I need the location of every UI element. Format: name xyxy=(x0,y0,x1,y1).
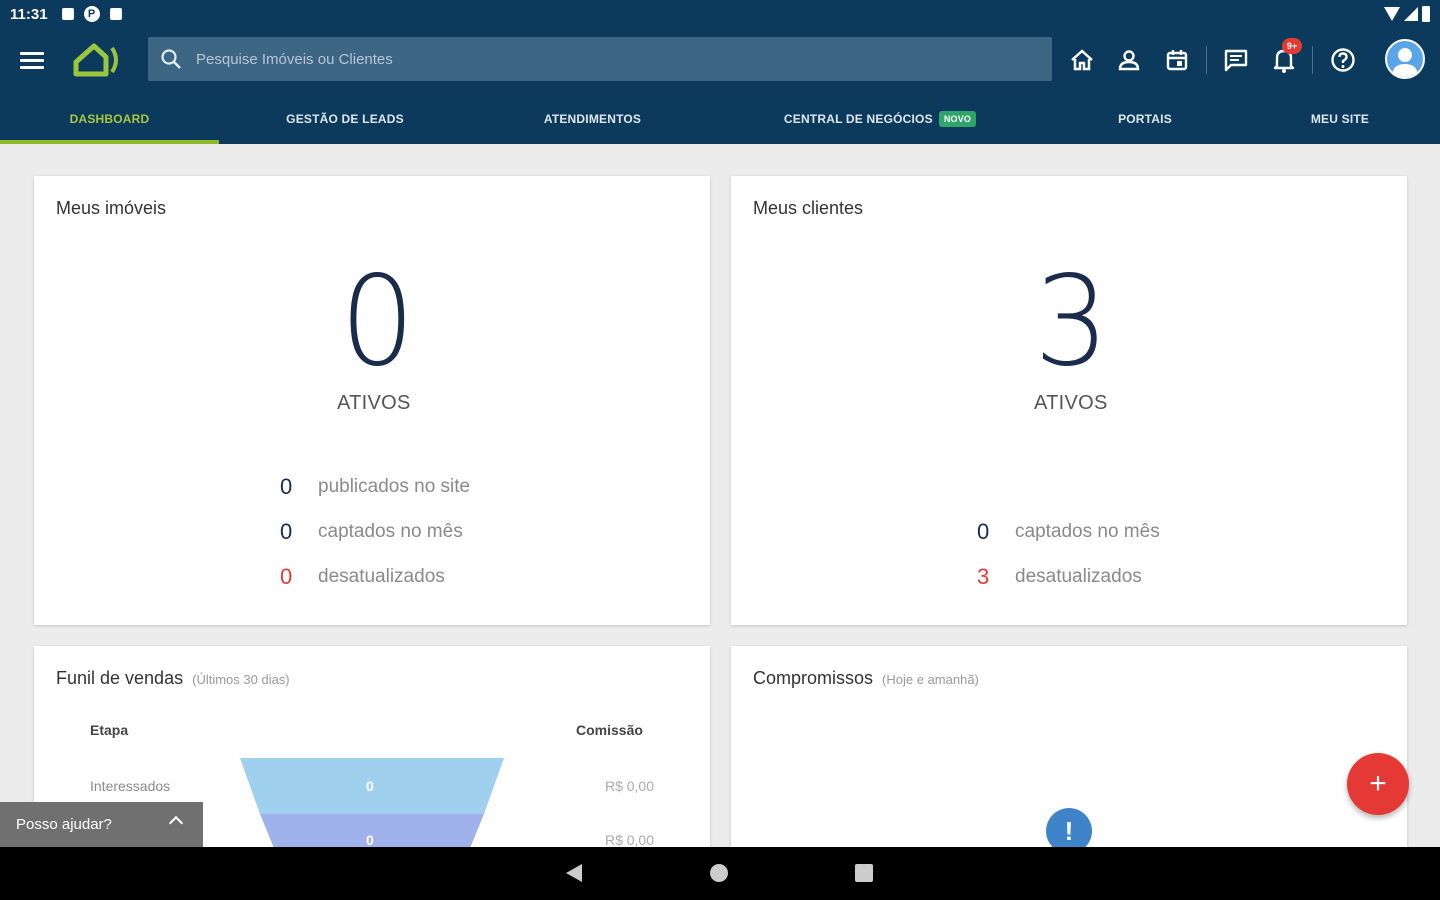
stat-label: captados no mês xyxy=(1015,521,1160,542)
toolbar-divider xyxy=(1206,46,1207,74)
signal-icon xyxy=(1404,7,1418,21)
stat-captados[interactable]: 0 captados no mês xyxy=(280,519,463,545)
contacts-button[interactable] xyxy=(1113,44,1145,76)
card-title: Compromissos (Hoje e amanhã) xyxy=(753,668,979,689)
col-etapa: Etapa xyxy=(90,722,129,738)
funil-stage-value: 0 xyxy=(366,778,374,794)
card-title: Funil de vendas (Últimos 30 dias) xyxy=(56,668,290,689)
search-bar[interactable] xyxy=(148,37,1052,81)
app-logo[interactable] xyxy=(70,40,126,84)
stat-captados[interactable]: 0 captados no mês xyxy=(977,519,1160,545)
calendar-button[interactable] xyxy=(1161,44,1193,76)
app-p-icon: P xyxy=(83,6,100,22)
search-input[interactable] xyxy=(196,50,1016,68)
notification-icon xyxy=(61,8,74,20)
imoveis-count-label: ATIVOS xyxy=(337,392,411,414)
active-tab-indicator xyxy=(0,140,219,144)
help-button[interactable] xyxy=(1327,44,1359,76)
clientes-card[interactable]: Meus clientes 3 ATIVOS 0 captados no mês… xyxy=(731,176,1407,625)
status-time: 11:31 xyxy=(10,5,48,23)
tab-dashboard[interactable]: DASHBOARD xyxy=(0,94,219,144)
stat-value: 3 xyxy=(977,564,990,589)
home-icon xyxy=(1071,49,1093,71)
stat-publicados[interactable]: 0 publicados no site xyxy=(280,474,470,500)
system-nav-bar xyxy=(0,847,1440,900)
help-label: Posso ajudar? xyxy=(16,816,112,833)
tab-portais[interactable]: PORTAIS xyxy=(1080,94,1210,144)
home-nav-icon[interactable] xyxy=(710,864,728,882)
col-comissao: Comissão xyxy=(576,722,643,738)
back-icon[interactable] xyxy=(566,864,582,882)
clientes-count-label: ATIVOS xyxy=(1034,392,1108,414)
funil-stage-value: 0 xyxy=(366,832,374,848)
funil-title: Funil de vendas xyxy=(56,668,184,688)
chevron-up-icon xyxy=(168,815,184,831)
menu-button[interactable] xyxy=(18,48,46,72)
help-icon xyxy=(1331,48,1355,72)
help-chat-widget[interactable]: Posso ajudar? xyxy=(0,802,203,847)
imoveis-card[interactable]: Meus imóveis 0 ATIVOS 0 publicados no si… xyxy=(34,176,710,625)
person-icon xyxy=(1118,50,1140,71)
compromissos-title: Compromissos xyxy=(753,668,874,688)
recents-icon[interactable] xyxy=(855,864,873,882)
search-icon xyxy=(161,49,181,69)
add-fab-button[interactable]: + xyxy=(1347,753,1409,815)
toolbar-divider xyxy=(1312,46,1313,74)
notifications-button[interactable]: 9+ xyxy=(1268,38,1302,76)
funil-subtitle: (Últimos 30 dias) xyxy=(192,672,290,687)
user-avatar[interactable] xyxy=(1385,39,1425,79)
stat-value: 0 xyxy=(977,519,990,544)
tab-central-de-negocios[interactable]: CENTRAL DE NEGÓCIOS NOVO xyxy=(760,94,1000,144)
stat-value: 0 xyxy=(280,564,293,589)
novo-badge: NOVO xyxy=(938,111,977,127)
messages-button[interactable] xyxy=(1220,44,1252,76)
app-bar: 9+ DASHBOARD GESTÃO DE LEADS ATENDIMENTO… xyxy=(0,28,1440,144)
tab-bar: DASHBOARD GESTÃO DE LEADS ATENDIMENTOS C… xyxy=(0,94,1440,144)
funil-comissao: R$ 0,00 xyxy=(604,832,654,848)
chat-icon xyxy=(1224,49,1248,72)
stat-desatualizados[interactable]: 0 desatualizados xyxy=(280,564,445,590)
calendar-icon xyxy=(1166,50,1188,71)
tab-gestao-de-leads[interactable]: GESTÃO DE LEADS xyxy=(230,94,460,144)
home-button[interactable] xyxy=(1066,44,1098,76)
stat-label: desatualizados xyxy=(1015,566,1142,587)
stat-label: desatualizados xyxy=(318,566,445,587)
card-title: Meus clientes xyxy=(753,198,864,218)
tab-atendimentos[interactable]: ATENDIMENTOS xyxy=(480,94,705,144)
stat-value: 0 xyxy=(280,519,293,544)
stat-label: captados no mês xyxy=(318,521,463,542)
compromissos-subtitle: (Hoje e amanhã) xyxy=(882,672,979,687)
battery-icon xyxy=(1422,6,1430,22)
imoveis-count: 0 xyxy=(340,248,416,394)
stat-desatualizados[interactable]: 3 desatualizados xyxy=(977,564,1142,590)
card-title: Meus imóveis xyxy=(56,198,167,218)
wifi-icon xyxy=(1384,7,1400,21)
stat-label: publicados no site xyxy=(318,476,471,497)
status-bar: 11:31 P xyxy=(0,0,1440,28)
clientes-count: 3 xyxy=(1034,248,1110,394)
funil-etapa-label: Interessados xyxy=(90,778,171,794)
avatar-icon xyxy=(1392,48,1418,77)
stat-value: 0 xyxy=(280,474,293,499)
tab-meu-site[interactable]: MEU SITE xyxy=(1280,94,1400,144)
notifications-badge: 9+ xyxy=(1282,38,1302,54)
funil-comissao: R$ 0,00 xyxy=(604,778,654,794)
sd-card-icon xyxy=(109,8,122,20)
